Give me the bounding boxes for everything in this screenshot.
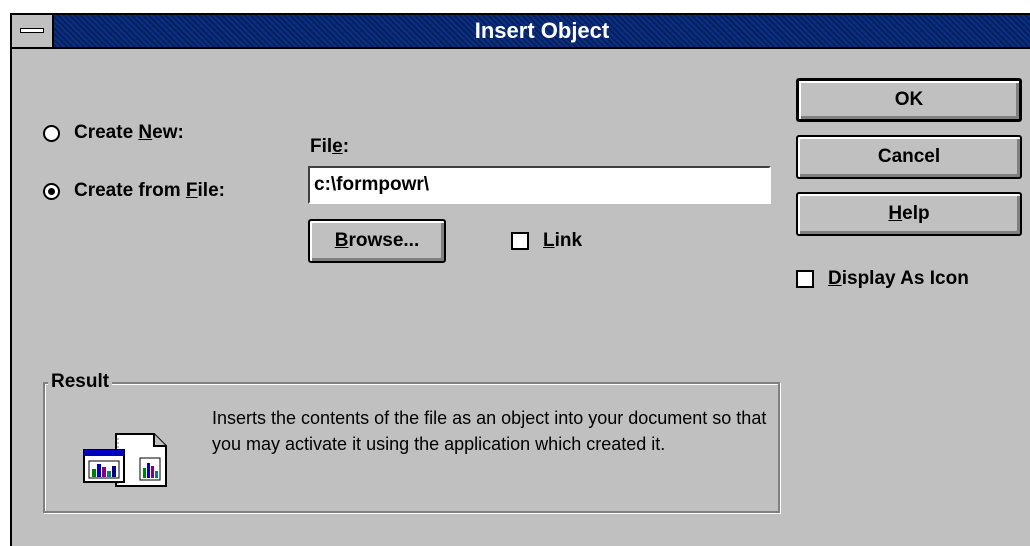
radio-selected-dot	[48, 187, 55, 195]
create-from-file-label: Create from File:	[74, 180, 225, 201]
insert-file-object-icon	[83, 433, 167, 487]
result-label: Result	[48, 371, 113, 393]
create-new-option[interactable]: Create New:	[43, 122, 184, 144]
create-from-file-radio[interactable]	[43, 182, 60, 200]
display-as-icon-label: Display As Icon	[828, 268, 969, 289]
insert-object-dialog: Insert Object Create New: Create from Fi…	[10, 13, 1030, 546]
cancel-button-label: Cancel	[877, 146, 941, 167]
ok-button[interactable]: OK	[796, 78, 1022, 122]
result-description: Inserts the contents of the file as an o…	[212, 408, 767, 454]
link-label: Link	[543, 230, 583, 251]
cancel-button[interactable]: Cancel	[796, 135, 1022, 179]
create-from-file-option[interactable]: Create from File:	[43, 180, 225, 202]
browse-button-label: Browse...	[334, 230, 420, 251]
system-menu-button[interactable]	[12, 15, 54, 47]
help-button-label: Help	[888, 203, 930, 224]
file-label: File:	[310, 136, 350, 157]
display-as-icon-checkbox[interactable]	[796, 270, 814, 288]
ok-button-label: OK	[894, 89, 924, 110]
link-option[interactable]: Link	[511, 230, 582, 252]
create-new-label: Create New:	[74, 122, 184, 143]
browse-button[interactable]: Browse...	[308, 219, 446, 263]
title-bar: Insert Object	[12, 15, 1030, 49]
display-as-icon-option[interactable]: Display As Icon	[796, 268, 969, 290]
system-menu-icon	[20, 28, 44, 33]
link-checkbox[interactable]	[511, 232, 529, 250]
file-path-input[interactable]	[308, 166, 771, 204]
create-new-radio[interactable]	[43, 124, 60, 142]
help-button[interactable]: Help	[796, 192, 1022, 236]
dialog-title: Insert Object	[474, 18, 610, 43]
